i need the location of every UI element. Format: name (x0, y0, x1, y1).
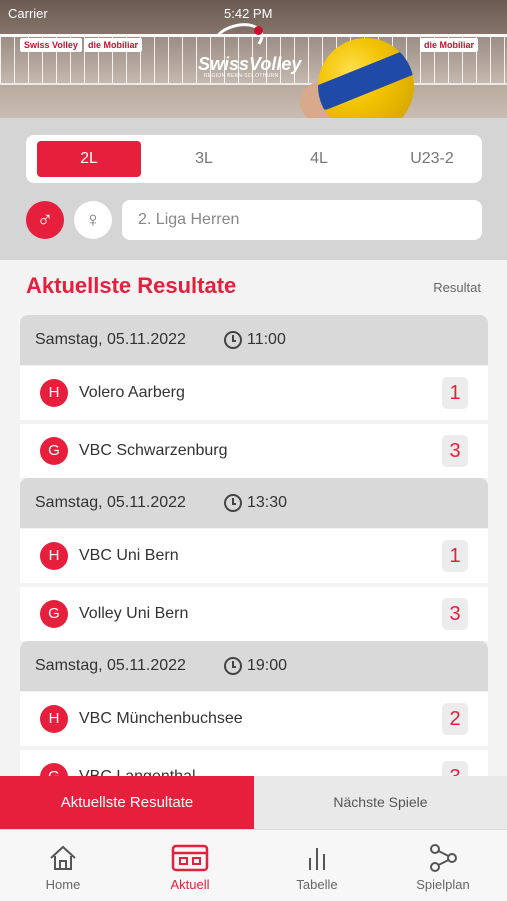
team-row-home[interactable]: H VBC Münchenbuchsee 2 (20, 692, 488, 746)
match-date: Samstag, 05.11.2022 (35, 657, 186, 674)
match-time: 19:00 (247, 657, 288, 674)
match-time: 11:00 (247, 331, 286, 348)
match-time: 13:30 (247, 494, 288, 511)
team-row-home[interactable]: H Volero Aarberg 1 (20, 366, 488, 420)
home-badge: H (40, 705, 68, 733)
guest-badge: G (40, 600, 68, 628)
tabbar-item-tabelle[interactable]: Tabelle (254, 830, 380, 901)
carrier-label: Carrier (8, 6, 48, 21)
league-tab-4l[interactable]: 4L (267, 141, 371, 177)
home-badge: H (40, 379, 68, 407)
guest-badge: G (40, 763, 68, 777)
bar-chart-icon (309, 848, 325, 870)
home-icon (50, 845, 76, 870)
tabbar-label: Aktuell (170, 877, 210, 892)
league-tab-3l[interactable]: 3L (152, 141, 256, 177)
home-badge: H (40, 542, 68, 570)
score-badge: 3 (442, 761, 468, 777)
results-list[interactable]: Samstag, 05.11.2022 11:00 H Volero Aarbe… (0, 315, 507, 777)
team-name: VBC Münchenbuchsee (79, 710, 243, 727)
tabbar-label: Tabelle (296, 877, 338, 892)
league-tab-u23-2[interactable]: U23-2 (382, 141, 482, 177)
league-tab-2l[interactable]: 2L (37, 141, 141, 177)
tabbar-item-home[interactable]: Home (0, 830, 126, 901)
match-date: Samstag, 05.11.2022 (35, 494, 186, 511)
match-date-header: Samstag, 05.11.2022 19:00 (20, 641, 488, 691)
tabbar-label: Spielplan (416, 877, 470, 892)
match-date-header: Samstag, 05.11.2022 11:00 (20, 315, 488, 365)
score-badge: 3 (442, 598, 468, 630)
clock-icon (224, 657, 242, 675)
score-badge: 1 (442, 540, 468, 572)
team-name: VBC Schwarzenburg (79, 442, 228, 459)
score-badge: 1 (442, 377, 468, 409)
team-row-guest[interactable]: G Volley Uni Bern 3 (20, 587, 488, 641)
tabbar-item-spielplan[interactable]: Spielplan (380, 830, 506, 901)
team-row-guest[interactable]: G VBC Langenthal 3 (20, 750, 488, 777)
tab-aktuellste-resultate[interactable]: Aktuellste Resultate (0, 776, 254, 829)
team-name: Volero Aarberg (79, 384, 185, 401)
swissvolley-logo: SwissVolley REGION BERN-SOLOTHURN (198, 17, 310, 82)
section-title: Aktuellste Resultate (26, 273, 237, 298)
net-banner-2: die Mobiliar (84, 38, 143, 52)
results-segment-control: Aktuellste Resultate Nächste Spiele (0, 776, 507, 829)
result-column-label: Resultat (433, 280, 481, 295)
team-row-guest[interactable]: G VBC Schwarzenburg 3 (20, 424, 488, 478)
score-badge: 3 (442, 435, 468, 467)
team-name: Volley Uni Bern (79, 605, 189, 622)
match-date: Samstag, 05.11.2022 (35, 331, 186, 348)
tabbar-item-aktuell[interactable]: Aktuell (127, 830, 253, 901)
tabbar-label: Home (45, 877, 81, 892)
net-banner-3: die Mobiliar (420, 38, 479, 52)
bottom-tab-bar: Home Aktuell Tabelle Spielplan (0, 829, 507, 901)
status-time: 5:42 PM (224, 6, 273, 21)
male-filter-button[interactable]: ♂ (26, 201, 64, 239)
tab-naechste-spiele[interactable]: Nächste Spiele (254, 776, 507, 829)
league-select[interactable]: 2. Liga Herren (122, 200, 482, 240)
guest-badge: G (40, 437, 68, 465)
share-icon (430, 844, 457, 872)
score-badge: 2 (442, 703, 468, 735)
male-icon: ♂ (36, 207, 54, 232)
net-banner-1: Swiss Volley (20, 38, 82, 52)
clock-icon (224, 494, 242, 512)
female-icon: ♀ (84, 207, 102, 232)
team-name: VBC Uni Bern (79, 547, 179, 564)
clock-icon (224, 331, 242, 349)
calendar-icon (171, 844, 209, 872)
match-date-header: Samstag, 05.11.2022 13:30 (20, 478, 488, 528)
team-row-home[interactable]: H VBC Uni Bern 1 (20, 529, 488, 583)
female-filter-button[interactable]: ♀ (74, 201, 112, 239)
league-tabs: 2L 3L 4L U23-2 (26, 135, 482, 183)
hero-banner: Swiss Volley die Mobiliar die Mobiliar C… (0, 0, 507, 118)
